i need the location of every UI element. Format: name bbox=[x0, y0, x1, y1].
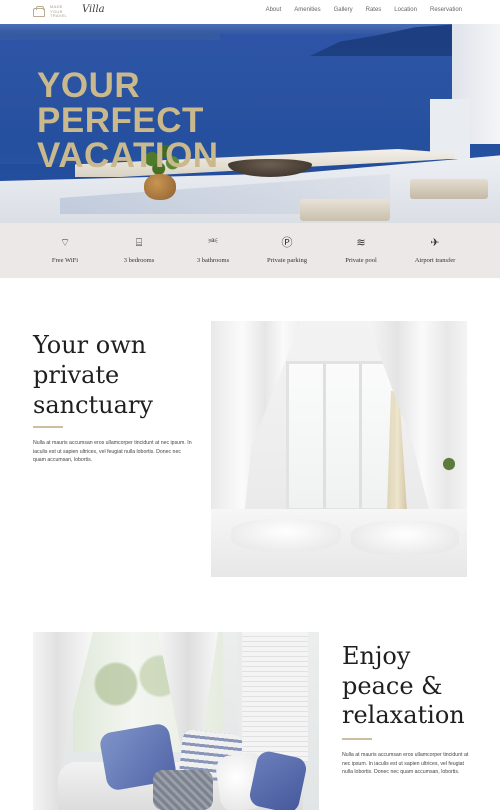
airplane-icon: ✈ bbox=[430, 236, 440, 249]
amenity-pool: ≋ Private pool bbox=[326, 236, 396, 265]
hero-wall-step bbox=[430, 99, 470, 159]
lounge-photo bbox=[33, 632, 319, 810]
photo-pillow bbox=[231, 519, 341, 551]
hero-bench-right bbox=[410, 179, 488, 199]
hero-title-line: PERFECT bbox=[37, 101, 204, 140]
bedroom-photo bbox=[211, 321, 467, 577]
title-line: private bbox=[33, 361, 120, 389]
amenity-label: 3 bedrooms bbox=[123, 257, 155, 264]
title-line: Your own bbox=[33, 331, 147, 359]
logo[interactable]: Made your travel bbox=[33, 4, 76, 19]
amenity-airport-transfer: ✈ Airport transfer bbox=[400, 236, 470, 265]
photo-cushion-gray bbox=[153, 770, 213, 810]
section-relaxation-title: Enjoy peace & relaxation bbox=[342, 642, 492, 731]
menu-item-reservation[interactable]: Reservation bbox=[430, 7, 462, 13]
menu-item-about[interactable]: About bbox=[266, 7, 282, 13]
main-menu: About Amenities Gallery Rates Location R… bbox=[253, 7, 462, 13]
suitcase-icon bbox=[33, 5, 45, 17]
amenity-label: 3 bathrooms bbox=[196, 257, 230, 264]
title-line: relaxation bbox=[342, 701, 465, 729]
top-navigation: Made your travel Villa About Amenities G… bbox=[0, 0, 500, 24]
hero-banner: YOUR PERFECT VACATION bbox=[0, 24, 500, 223]
amenity-label: Private pool bbox=[345, 257, 377, 264]
amenity-wifi: ⌔ Free WiFi bbox=[30, 236, 100, 265]
window-mullion bbox=[323, 364, 326, 514]
logo-text: Made your travel bbox=[50, 4, 68, 19]
window-mullion bbox=[359, 364, 362, 514]
menu-item-amenities[interactable]: Amenities bbox=[294, 7, 320, 13]
section-sanctuary-text: Nulla at mauris accumsan eros ullamcorpe… bbox=[33, 440, 192, 464]
wifi-icon: ⌔ bbox=[59, 236, 71, 249]
hero-title-line: YOUR bbox=[37, 66, 141, 105]
section-relaxation-text: Nulla at mauris accumsan eros ullamcorpe… bbox=[342, 752, 469, 776]
hero-title-line: VACATION bbox=[37, 136, 219, 175]
photo-shutter bbox=[238, 632, 308, 762]
hero-far-island bbox=[0, 30, 220, 40]
parking-icon: Ⓟ bbox=[281, 236, 293, 249]
photo-plant bbox=[443, 451, 455, 477]
amenity-label: Airport transfer bbox=[414, 257, 456, 264]
pool-icon: ≋ bbox=[356, 236, 366, 249]
section-divider bbox=[33, 426, 63, 428]
bath-icon: ⎃ bbox=[208, 236, 218, 249]
amenity-parking: Ⓟ Private parking bbox=[252, 236, 322, 265]
title-line: sanctuary bbox=[33, 391, 153, 419]
section-divider bbox=[342, 738, 372, 740]
hero-title: YOUR PERFECT VACATION bbox=[37, 68, 219, 173]
title-line: peace & bbox=[342, 671, 443, 700]
amenity-label: Private parking bbox=[267, 257, 307, 264]
amenity-bedrooms: ⌸ 3 bedrooms bbox=[104, 236, 174, 265]
photo-cushion-blue bbox=[247, 749, 309, 810]
menu-item-location[interactable]: Location bbox=[394, 7, 417, 13]
menu-item-gallery[interactable]: Gallery bbox=[334, 7, 353, 13]
section-sanctuary-title: Your own private sanctuary bbox=[33, 330, 203, 420]
photo-window bbox=[286, 361, 396, 514]
hero-pot bbox=[144, 174, 176, 200]
bed-icon: ⌸ bbox=[135, 236, 143, 249]
logo-script: Villa bbox=[82, 4, 105, 15]
amenity-bathrooms: ⎃ 3 bathrooms bbox=[178, 236, 248, 265]
amenities-bar: ⌔ Free WiFi ⌸ 3 bedrooms ⎃ 3 bathrooms Ⓟ… bbox=[0, 223, 500, 278]
amenity-label: Free WiFi bbox=[51, 257, 79, 264]
title-line: Enjoy bbox=[342, 642, 411, 670]
photo-pillow bbox=[351, 521, 459, 555]
hero-bench bbox=[300, 199, 390, 221]
menu-item-rates[interactable]: Rates bbox=[366, 7, 382, 13]
